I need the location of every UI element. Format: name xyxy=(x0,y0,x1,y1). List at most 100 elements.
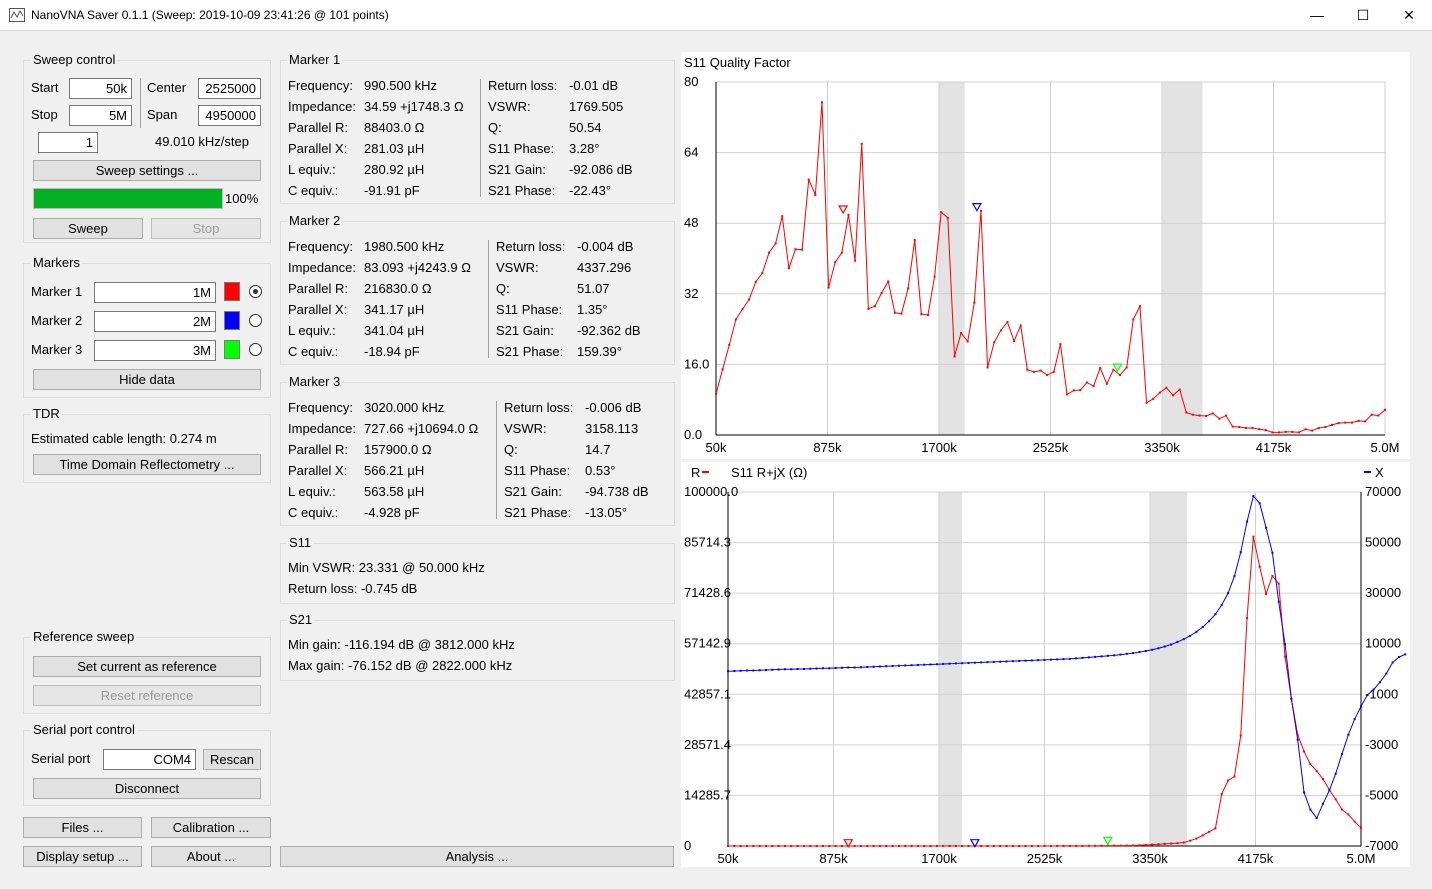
rjx-chart[interactable]: 50k 875k 1700k 2525k 3350k 4175k 5.0M 100000.0 8… xyxy=(681,462,1410,867)
rjx-chart-svg: 50k 875k 1700k 2525k 3350k 4175k 5.0M 100000.0 8… xyxy=(684,465,1407,866)
marker3-radio[interactable] xyxy=(249,343,262,356)
marker1-radio[interactable] xyxy=(249,285,262,298)
data-point xyxy=(748,298,751,301)
q-factor-chart-svg: 50k 875k 1700k 2525k 3350k 4175k 5.0M 80 64 48 32 1… xyxy=(684,55,1399,455)
y-tick-label: 28571.4 xyxy=(684,737,731,752)
y-tick-label: 16.0 xyxy=(684,356,709,371)
data-point xyxy=(1231,425,1234,428)
marker2-right-value: 1.35° xyxy=(577,302,608,317)
marker2-frequency-input[interactable]: 2M xyxy=(94,311,216,332)
data-point xyxy=(1189,839,1192,842)
data-point xyxy=(1378,681,1381,684)
data-point xyxy=(727,670,729,673)
marker1-right-value: 1769.505 xyxy=(569,99,624,114)
stop-input[interactable]: 5M xyxy=(69,105,132,126)
data-point xyxy=(1099,366,1102,369)
data-point xyxy=(1309,763,1312,766)
stop-button[interactable]: Stop xyxy=(151,218,261,239)
marker3-left-key: Parallel X: xyxy=(288,463,348,478)
files-button[interactable]: Files ... xyxy=(23,817,142,838)
data-point xyxy=(764,845,767,847)
data-point xyxy=(992,660,995,663)
x-tick-label: 4175k xyxy=(1238,851,1274,866)
start-input[interactable]: 50k xyxy=(69,78,132,99)
y-tick-label: 0 xyxy=(684,838,691,853)
data-point xyxy=(814,193,817,196)
data-point xyxy=(1227,779,1230,782)
data-point xyxy=(887,280,890,283)
marker2-left-key: Parallel R: xyxy=(288,281,348,296)
data-point xyxy=(821,845,824,847)
data-point xyxy=(1353,718,1356,721)
disconnect-button[interactable]: Disconnect xyxy=(33,778,261,799)
marker2-radio[interactable] xyxy=(249,314,262,327)
center-input[interactable]: 2525000 xyxy=(198,78,261,99)
sweep-button[interactable]: Sweep xyxy=(33,218,143,239)
marker1-left-value: 34.59 +j1748.3 Ω xyxy=(364,99,464,114)
data-point xyxy=(1220,604,1223,607)
marker3-details-title: Marker 3 xyxy=(287,374,343,389)
marker3-right-key: VSWR: xyxy=(504,421,547,436)
q-factor-chart[interactable]: 50k 875k 1700k 2525k 3350k 4175k 5.0M 80 64 48 32 1… xyxy=(681,52,1410,459)
segments-input[interactable]: 1 xyxy=(38,132,98,153)
data-point xyxy=(1062,844,1065,847)
legend-x-label: X xyxy=(1375,465,1384,480)
minimize-button[interactable]: — xyxy=(1294,0,1340,31)
data-point xyxy=(1271,551,1274,554)
marker3-right-key: S21 Gain: xyxy=(504,484,562,499)
data-point xyxy=(787,267,790,270)
data-point xyxy=(783,668,786,671)
data-point xyxy=(893,311,896,314)
data-point xyxy=(1284,643,1287,646)
maximize-button[interactable]: ☐ xyxy=(1340,0,1386,31)
span-input[interactable]: 4950000 xyxy=(198,105,261,126)
data-point xyxy=(900,312,903,315)
data-point xyxy=(1132,844,1135,847)
serial-port-input[interactable]: COM4 xyxy=(103,749,196,770)
rescan-button[interactable]: Rescan xyxy=(203,749,261,770)
sweep-settings-button[interactable]: Sweep settings ... xyxy=(33,160,261,181)
data-point xyxy=(752,669,755,672)
data-point xyxy=(1303,750,1306,753)
legend-r-label: R xyxy=(691,465,700,480)
data-point xyxy=(1113,654,1116,657)
analysis-button[interactable]: Analysis ... xyxy=(280,846,674,867)
marker3-frequency-input[interactable]: 3M xyxy=(94,340,216,361)
marker2-right-value: -92.362 dB xyxy=(577,323,641,338)
about-button[interactable]: About ... xyxy=(151,846,271,867)
marker1-color-button[interactable] xyxy=(224,282,240,301)
marker3-left-value: 727.66 +j10694.0 Ω xyxy=(364,421,479,436)
marker2-right-key: VSWR: xyxy=(496,260,539,275)
tdr-button[interactable]: Time Domain Reflectometry ... xyxy=(33,454,261,475)
data-point xyxy=(1119,373,1122,376)
marker2-left-value: 83.093 +j4243.9 Ω xyxy=(364,260,471,275)
marker1-left-value: 990.500 kHz xyxy=(364,78,437,93)
marker2-left-key: L equiv.: xyxy=(288,323,336,338)
hide-data-button[interactable]: Hide data xyxy=(33,369,261,390)
marker2-color-button[interactable] xyxy=(224,311,240,330)
calibration-button[interactable]: Calibration ... xyxy=(151,817,271,838)
data-point xyxy=(907,287,910,290)
data-point xyxy=(1258,502,1261,505)
marker2-divider xyxy=(488,240,489,358)
data-point xyxy=(1350,421,1353,424)
data-point xyxy=(942,845,945,847)
data-point xyxy=(1317,426,1320,429)
marker1-frequency-input[interactable]: 1M xyxy=(94,282,216,303)
progress-percent: 100% xyxy=(225,191,259,206)
data-point xyxy=(1144,843,1147,846)
display-setup-button[interactable]: Display setup ... xyxy=(23,846,142,867)
s21-min-gain: Min gain: -116.194 dB @ 3812.000 kHz xyxy=(288,637,515,652)
reset-reference-button[interactable]: Reset reference xyxy=(33,685,261,706)
data-point xyxy=(1100,844,1103,847)
y-tick-label: 64 xyxy=(684,145,698,160)
data-point xyxy=(1195,630,1198,633)
data-point xyxy=(986,661,989,664)
data-point xyxy=(1334,772,1337,775)
marker2-right-key: Q: xyxy=(496,281,510,296)
set-reference-button[interactable]: Set current as reference xyxy=(33,656,261,677)
marker3-color-button[interactable] xyxy=(224,340,240,359)
data-point xyxy=(1113,844,1116,847)
marker1-divider xyxy=(480,79,481,197)
close-button[interactable]: ✕ xyxy=(1386,0,1432,31)
